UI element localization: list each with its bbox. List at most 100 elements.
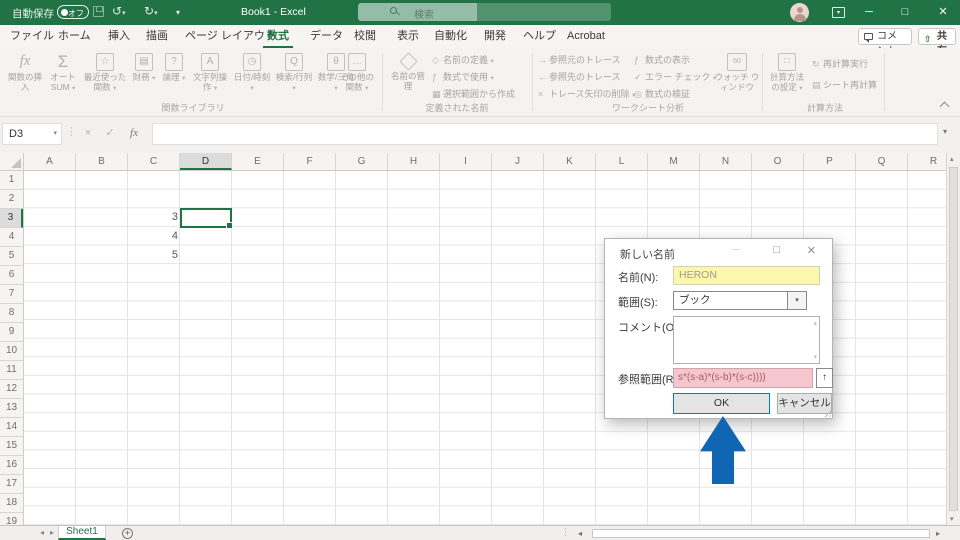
collapse-ribbon-icon[interactable]	[939, 101, 950, 112]
row-header[interactable]: 4	[0, 228, 23, 247]
sheet-nav-left-icon[interactable]: ◂	[40, 528, 44, 537]
comments-button[interactable]: コメント	[858, 28, 912, 57]
insert-function-button[interactable]: fx 関数の挿入	[6, 52, 44, 108]
refers-to-field[interactable]: s*(s-a)*(s-b)*(s-c))))	[673, 368, 813, 388]
name-field[interactable]: HERON	[673, 266, 820, 285]
vertical-scrollbar[interactable]: ▴ ▾	[946, 153, 960, 525]
column-header[interactable]: M	[648, 153, 700, 170]
vscroll-up-icon[interactable]: ▴	[950, 155, 954, 163]
column-header[interactable]: H	[388, 153, 440, 170]
tab-developer[interactable]: 開発	[480, 25, 510, 48]
tab-review[interactable]: 校閲	[350, 25, 380, 48]
watch-window-button[interactable]: 60 ウォッチ ウィンドウ	[714, 52, 760, 108]
column-header[interactable]: J	[492, 153, 544, 170]
name-manager-button[interactable]: 名前の管理	[388, 52, 428, 108]
comment-textarea[interactable]: ▴ ▾	[673, 316, 820, 364]
column-header[interactable]: I	[440, 153, 492, 170]
text-functions-button[interactable]: A 文字列操作 ▾	[190, 52, 230, 108]
sheet-tab-sheet1[interactable]: Sheet1	[58, 526, 106, 540]
more-functions-button[interactable]: … その他の関数 ▾	[336, 52, 378, 108]
row-header[interactable]: 17	[0, 475, 23, 494]
row-header[interactable]: 2	[0, 190, 23, 209]
expand-formula-bar-icon[interactable]: ▾	[943, 127, 947, 136]
cancel-entry-icon[interactable]: ×	[78, 123, 98, 145]
remove-arrows-button[interactable]: × トレース矢印の削除 ▾	[538, 88, 635, 102]
tab-help[interactable]: ヘルプ	[519, 25, 560, 48]
new-sheet-button[interactable]: +	[122, 527, 133, 539]
row-header[interactable]: 1	[0, 171, 23, 190]
calculation-options-button[interactable]: ∷ 計算方法の設定 ▾	[766, 52, 808, 108]
tab-acrobat[interactable]: Acrobat	[563, 25, 609, 48]
row-header[interactable]: 16	[0, 456, 23, 475]
tab-home[interactable]: ホーム	[54, 25, 95, 48]
column-header[interactable]: C	[128, 153, 180, 170]
row-header[interactable]: 9	[0, 323, 23, 342]
ribbon-display-options-icon[interactable]: ▾	[832, 7, 845, 18]
cell-C3[interactable]: 3	[128, 208, 178, 226]
name-box[interactable]: D3 ▾	[2, 123, 62, 145]
column-header[interactable]: B	[76, 153, 128, 170]
qat-customize-button[interactable]: ▾	[176, 8, 180, 17]
column-header[interactable]: E	[232, 153, 284, 170]
row-header[interactable]: 5	[0, 247, 23, 266]
lookup-reference-button[interactable]: Q 検索/行列 ▾	[274, 52, 314, 108]
tab-insert[interactable]: 挿入	[104, 25, 134, 48]
row-header[interactable]: 3	[0, 209, 23, 228]
vscroll-down-icon[interactable]: ▾	[950, 515, 954, 523]
tab-view[interactable]: 表示	[393, 25, 423, 48]
hscroll-right-icon[interactable]: ▸	[936, 529, 940, 538]
ok-button[interactable]: OK	[673, 393, 770, 414]
column-header[interactable]: R	[908, 153, 946, 170]
recent-functions-button[interactable]: ☆ 最近使った関数 ▾	[82, 52, 128, 108]
horizontal-scrollbar-thumb[interactable]	[592, 528, 930, 538]
scope-dropdown[interactable]: ブック	[673, 291, 788, 310]
cancel-button[interactable]: キャンセル	[777, 393, 832, 414]
tab-automate[interactable]: 自動化	[430, 25, 471, 48]
column-header[interactable]: K	[544, 153, 596, 170]
share-button[interactable]: ⇧ 共有 ▾	[918, 28, 956, 71]
date-time-button[interactable]: ◷ 日付/時刻 ▾	[232, 52, 272, 108]
save-icon[interactable]	[93, 6, 104, 17]
column-header[interactable]: G	[336, 153, 388, 170]
column-header[interactable]: L	[596, 153, 648, 170]
calculate-sheet-button[interactable]: ▤ シート再計算	[812, 79, 877, 93]
tab-file[interactable]: ファイル	[6, 25, 58, 48]
use-in-formula-button[interactable]: ƒ 数式で使用 ▾	[432, 71, 494, 85]
column-header[interactable]: F	[284, 153, 336, 170]
trace-precedents-button[interactable]: → 参照元のトレース	[538, 54, 621, 68]
maximize-button[interactable]: □	[888, 0, 922, 25]
row-header[interactable]: 13	[0, 399, 23, 418]
column-header[interactable]: Q	[856, 153, 908, 170]
calculate-now-button[interactable]: ↻ 再計算実行	[812, 58, 868, 72]
user-avatar[interactable]	[790, 3, 809, 22]
error-checking-button[interactable]: ✓ エラー チェック ▾	[634, 71, 716, 85]
select-all-corner[interactable]	[0, 153, 24, 171]
financial-button[interactable]: ▤ 財務 ▾	[130, 52, 158, 108]
evaluate-formula-button[interactable]: ◎ 数式の検証	[634, 88, 690, 102]
cell-C4[interactable]: 4	[128, 227, 178, 245]
trace-dependents-button[interactable]: ← 参照先のトレース	[538, 71, 621, 85]
row-header[interactable]: 19	[0, 513, 23, 525]
close-button[interactable]: ✕	[926, 0, 960, 25]
tab-formulas[interactable]: 数式	[263, 25, 293, 48]
show-formulas-button[interactable]: ƒ 数式の表示	[634, 54, 690, 68]
active-cell-selection[interactable]	[180, 208, 233, 228]
row-header[interactable]: 6	[0, 266, 23, 285]
tab-data[interactable]: データ	[306, 25, 347, 48]
row-header[interactable]: 8	[0, 304, 23, 323]
collapse-dialog-icon[interactable]: ↑	[816, 368, 833, 388]
row-header[interactable]: 7	[0, 285, 23, 304]
minimize-button[interactable]: ─	[852, 0, 886, 25]
redo-button[interactable]: ↻▾	[144, 4, 158, 18]
scope-dropdown-arrow-icon[interactable]: ▾	[788, 291, 807, 310]
column-header[interactable]: D	[180, 153, 232, 170]
enter-entry-icon[interactable]: ✓	[100, 123, 120, 145]
search-input[interactable]: 検索	[358, 3, 611, 21]
insert-function-fx-icon[interactable]: fx	[124, 123, 144, 145]
sheet-nav-right-icon[interactable]: ▸	[50, 528, 54, 537]
column-header[interactable]: O	[752, 153, 804, 170]
logical-button[interactable]: ? 論理 ▾	[160, 52, 188, 108]
hscroll-left-icon[interactable]: ◂	[578, 529, 582, 538]
dialog-maximize-icon[interactable]: □	[773, 244, 780, 256]
undo-button[interactable]: ↺▾	[112, 4, 126, 18]
